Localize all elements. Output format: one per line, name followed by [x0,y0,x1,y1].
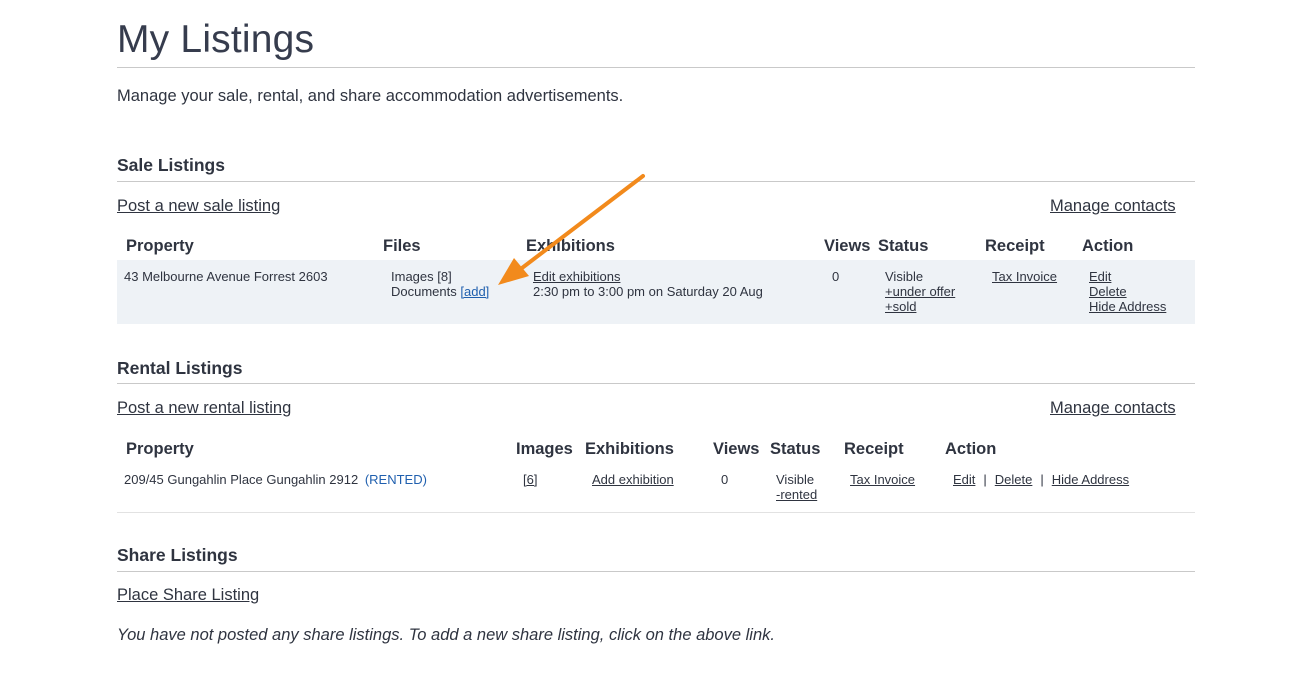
rental-header-exhibitions: Exhibitions [585,440,674,458]
sale-header-views: Views [824,237,871,255]
rental-header-receipt: Receipt [844,440,904,458]
rented-badge: (RENTED) [364,472,427,487]
sale-row-status: Visible [885,269,924,284]
share-section-title: Share Listings [117,545,238,565]
rental-row-exhibition: Add exhibition [592,472,674,487]
rental-row-status-rented: -rented [776,487,817,502]
sale-edit-link[interactable]: Edit [1089,269,1111,284]
documents-add-link[interactable]: [add] [460,284,489,299]
sale-row-exhibition-time: 2:30 pm to 3:00 pm on Saturday 20 Aug [533,284,763,299]
add-exhibition-link[interactable]: Add exhibition [592,472,674,487]
action-separator: | [983,472,987,487]
rental-header-action: Action [945,440,997,458]
sale-hide-address-link[interactable]: Hide Address [1089,299,1166,314]
images-count-link[interactable]: [8] [437,269,451,284]
sale-row-action-edit: Edit [1089,269,1111,284]
sale-header-receipt: Receipt [985,237,1045,255]
rental-table-bottom-divider [117,512,1195,513]
sale-row-status-sold: +sold [885,299,916,314]
rental-section-title: Rental Listings [117,358,243,378]
edit-exhibitions-link[interactable]: Edit exhibitions [533,269,620,284]
title-divider [117,67,1195,68]
rental-header-images: Images [516,440,573,458]
sale-row-exhibition-cell: Edit exhibitions [533,269,620,284]
place-share-listing-link[interactable]: Place Share Listing [117,586,259,605]
share-empty-message: You have not posted any share listings. … [117,626,775,644]
rental-row-status: Visible [776,472,815,487]
sale-row-receipt: Tax Invoice [992,269,1057,284]
rental-header-views: Views [713,440,760,458]
rental-header-property: Property [126,440,194,458]
post-sale-listing-link[interactable]: Post a new sale listing [117,197,280,216]
share-divider [117,571,1195,572]
sale-row-property: 43 Melbourne Avenue Forrest 2603 [124,269,328,284]
rental-row-views: 0 [721,472,729,487]
sale-row-status-under-offer: +under offer [885,284,955,299]
sale-header-property: Property [126,237,194,255]
sale-row-documents: Documents [add] [391,284,489,299]
documents-label: Documents [391,284,457,299]
page-title: My Listings [117,18,315,61]
sale-row-action-delete: Delete [1089,284,1127,299]
rental-images-count-link[interactable]: [6] [523,472,537,487]
rental-tax-invoice-link[interactable]: Tax Invoice [850,472,915,487]
sale-divider [117,181,1195,182]
rental-hide-address-link[interactable]: Hide Address [1052,472,1129,487]
rental-edit-link[interactable]: Edit [953,472,975,487]
rental-manage-contacts-link[interactable]: Manage contacts [1050,399,1176,418]
rental-property-address: 209/45 Gungahlin Place Gungahlin 2912 [124,472,359,487]
sale-row-images: Images [8] [391,269,452,284]
sale-delete-link[interactable]: Delete [1089,284,1127,299]
rental-row-actions: Edit | Delete | Hide Address [953,472,1129,487]
post-rental-listing-link[interactable]: Post a new rental listing [117,399,291,418]
sale-header-action: Action [1082,237,1134,255]
sale-header-files: Files [383,237,421,255]
images-label: Images [391,269,434,284]
page-intro: Manage your sale, rental, and share acco… [117,87,624,105]
sale-manage-contacts-link[interactable]: Manage contacts [1050,197,1176,216]
sale-row-views: 0 [832,269,840,284]
sale-header-exhibitions: Exhibitions [526,237,615,255]
action-separator: | [1040,472,1044,487]
mark-sold-link[interactable]: +sold [885,299,916,314]
sale-header-status: Status [878,237,929,255]
rental-delete-link[interactable]: Delete [995,472,1033,487]
rental-row-images: [6] [523,472,537,487]
rental-header-status: Status [770,440,821,458]
sale-section-title: Sale Listings [117,155,225,175]
rental-divider [117,383,1195,384]
sale-row-action-hide: Hide Address [1089,299,1166,314]
rental-row-property: 209/45 Gungahlin Place Gungahlin 2912 (R… [124,472,427,487]
unmark-rented-link[interactable]: -rented [776,487,817,502]
sale-tax-invoice-link[interactable]: Tax Invoice [992,269,1057,284]
mark-under-offer-link[interactable]: +under offer [885,284,955,299]
rental-row-receipt: Tax Invoice [850,472,915,487]
